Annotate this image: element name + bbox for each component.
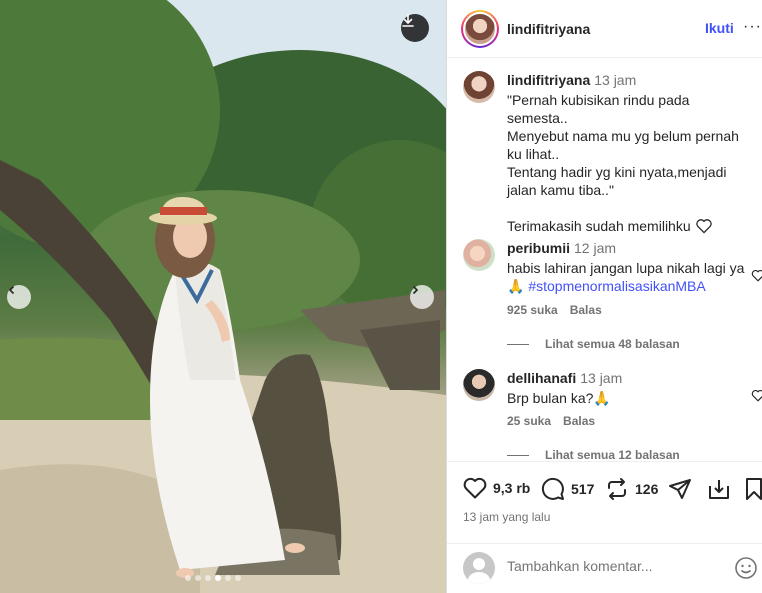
repost-icon bbox=[608, 478, 626, 500]
comment-hashtag[interactable]: #stopmenormalisasikanMBA bbox=[528, 278, 705, 294]
commenter-username[interactable]: peribumii bbox=[507, 240, 570, 256]
comment-icon bbox=[541, 477, 564, 500]
comment-meta: 925 suka Balas bbox=[507, 303, 602, 317]
comment-count[interactable]: 517 bbox=[571, 481, 594, 497]
carousel-indicator bbox=[185, 575, 241, 581]
comment-reply-button[interactable]: Balas bbox=[570, 303, 602, 317]
commenter-avatar[interactable] bbox=[463, 369, 495, 401]
like-button[interactable]: 9,3 rb bbox=[463, 477, 530, 499]
save-download-icon bbox=[709, 480, 729, 499]
comment-reply-button[interactable]: Balas bbox=[563, 414, 595, 428]
save-to-collection-button[interactable] bbox=[707, 477, 731, 501]
download-button[interactable] bbox=[401, 14, 429, 42]
repost-button[interactable]: 126 bbox=[605, 477, 658, 501]
repost-count[interactable]: 126 bbox=[635, 481, 658, 497]
view-replies-button[interactable]: Lihat semua 48 balasan bbox=[507, 337, 680, 351]
carousel-dot bbox=[225, 575, 231, 581]
carousel-dot bbox=[195, 575, 201, 581]
caption-thanks: Terimakasih sudah memilihku bbox=[507, 217, 747, 235]
caption-text: "Pernah kubisikan rindu pada semesta.. M… bbox=[507, 92, 739, 198]
follow-button[interactable]: Ikuti bbox=[705, 20, 734, 36]
caption-thanks-text: Terimakasih sudah memilihku bbox=[507, 218, 691, 234]
commenter-avatar[interactable] bbox=[463, 239, 495, 271]
comment-input[interactable] bbox=[507, 558, 727, 574]
view-replies-button[interactable]: Lihat semua 12 balasan bbox=[507, 448, 680, 461]
action-bar: 9,3 rb 517 126 13 jam yang lalu bbox=[447, 461, 762, 543]
comment-like-count[interactable]: 25 suka bbox=[507, 414, 551, 428]
carousel-next-button[interactable] bbox=[410, 285, 434, 309]
caption-username[interactable]: lindifitriyana bbox=[507, 72, 590, 88]
current-user-avatar bbox=[463, 552, 495, 584]
comment-like-count[interactable]: 925 suka bbox=[507, 303, 558, 317]
view-replies-label: Lihat semua 48 balasan bbox=[545, 337, 680, 351]
comment-like-icon[interactable] bbox=[751, 269, 762, 282]
photo-illustration bbox=[0, 0, 446, 593]
chevron-left-icon bbox=[8, 285, 15, 295]
heart-icon bbox=[463, 477, 487, 499]
carousel-dot bbox=[235, 575, 241, 581]
post-timestamp: 13 jam yang lalu bbox=[463, 510, 551, 524]
bookmark-icon bbox=[746, 478, 762, 500]
caption-text-block: lindifitriyana 13 jam "Pernah kubisikan r… bbox=[507, 71, 747, 235]
post-photo bbox=[0, 0, 446, 593]
download-icon bbox=[402, 14, 414, 27]
more-options-button[interactable]: ··· bbox=[743, 18, 762, 36]
caption-time: 13 jam bbox=[594, 72, 637, 88]
comment-text: Brp bulan ka?🙏 bbox=[507, 390, 611, 406]
comment-meta: 25 suka Balas bbox=[507, 414, 595, 428]
comment-time: 13 jam bbox=[580, 370, 623, 386]
comment-time: 12 jam bbox=[574, 240, 617, 256]
view-replies-label: Lihat semua 12 balasan bbox=[545, 448, 680, 461]
carousel-dot bbox=[185, 575, 191, 581]
author-avatar[interactable] bbox=[461, 9, 499, 48]
post-details-panel: lindifitriyana Ikuti ··· lindifitriyana 1… bbox=[446, 0, 762, 593]
comments-list[interactable]: lindifitriyana 13 jam "Pernah kubisikan r… bbox=[447, 59, 762, 461]
share-button[interactable] bbox=[668, 477, 692, 501]
heart-outline-icon bbox=[695, 219, 712, 234]
send-icon bbox=[669, 479, 691, 499]
comment-text: habis lahiran jangan lupa nikah lagi ya … bbox=[507, 259, 747, 295]
carousel-dot-active bbox=[215, 575, 221, 581]
like-count[interactable]: 9,3 rb bbox=[493, 480, 530, 496]
commenter-username[interactable]: dellihanafi bbox=[507, 370, 576, 386]
add-comment-bar bbox=[447, 543, 762, 593]
emoji-icon[interactable] bbox=[734, 556, 758, 580]
comment-text-block: peribumii 12 jam habis lahiran jangan lup… bbox=[507, 239, 747, 295]
comment-button[interactable]: 517 bbox=[541, 477, 594, 501]
comment-text-block: dellihanafi 13 jam Brp bulan ka?🙏 bbox=[507, 369, 747, 407]
author-username[interactable]: lindifitriyana bbox=[507, 21, 590, 37]
caption-avatar[interactable] bbox=[463, 71, 495, 103]
chevron-right-icon bbox=[412, 285, 419, 295]
carousel-prev-button[interactable] bbox=[7, 285, 31, 309]
comment-like-icon[interactable] bbox=[751, 389, 762, 402]
bookmark-button[interactable] bbox=[745, 477, 762, 501]
carousel-dot bbox=[205, 575, 211, 581]
